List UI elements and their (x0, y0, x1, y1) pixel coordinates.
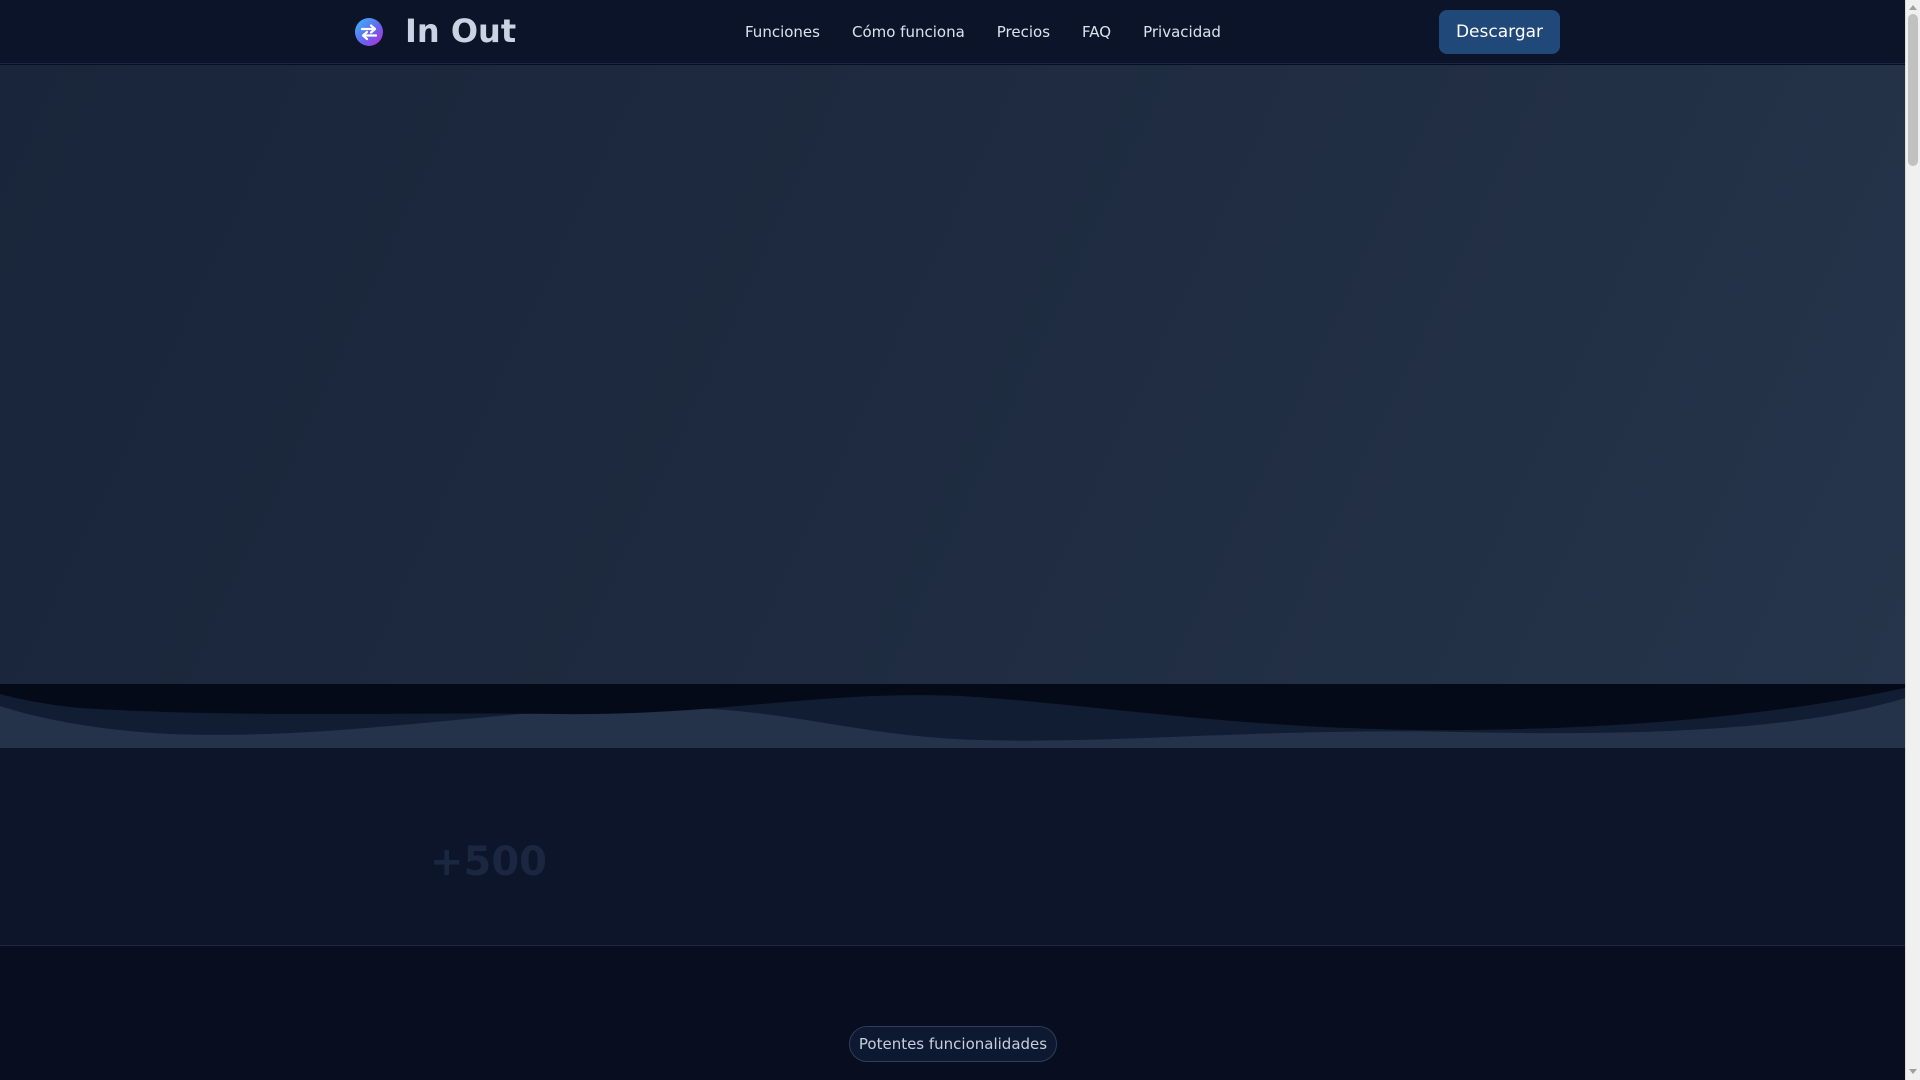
nav-link-privacidad[interactable]: Privacidad (1143, 20, 1221, 44)
vertical-scrollbar[interactable] (1905, 0, 1920, 1080)
scroll-up-arrow-icon[interactable] (1909, 5, 1917, 10)
scroll-down-arrow-icon[interactable] (1909, 1069, 1917, 1074)
hero-section (0, 65, 1905, 685)
nav-link-faq[interactable]: FAQ (1082, 20, 1111, 44)
stat-value: +500 (430, 839, 548, 885)
nav-link-funciones[interactable]: Funciones (745, 20, 820, 44)
page: In Out Funciones Cómo funciona Precios F… (0, 0, 1905, 1080)
site-header: In Out Funciones Cómo funciona Precios F… (0, 0, 1905, 64)
wave-divider (0, 684, 1905, 748)
nav-link-precios[interactable]: Precios (997, 20, 1050, 44)
main-nav: Funciones Cómo funciona Precios FAQ Priv… (745, 20, 1221, 44)
swap-arrows-icon[interactable] (353, 16, 385, 48)
scroll-thumb[interactable] (1908, 14, 1918, 166)
brand-name[interactable]: In Out (405, 11, 516, 51)
download-button[interactable]: Descargar (1439, 10, 1560, 54)
features-badge: Potentes funcionalidades (849, 1026, 1057, 1062)
nav-link-como-funciona[interactable]: Cómo funciona (852, 20, 965, 44)
stats-section (0, 748, 1905, 946)
